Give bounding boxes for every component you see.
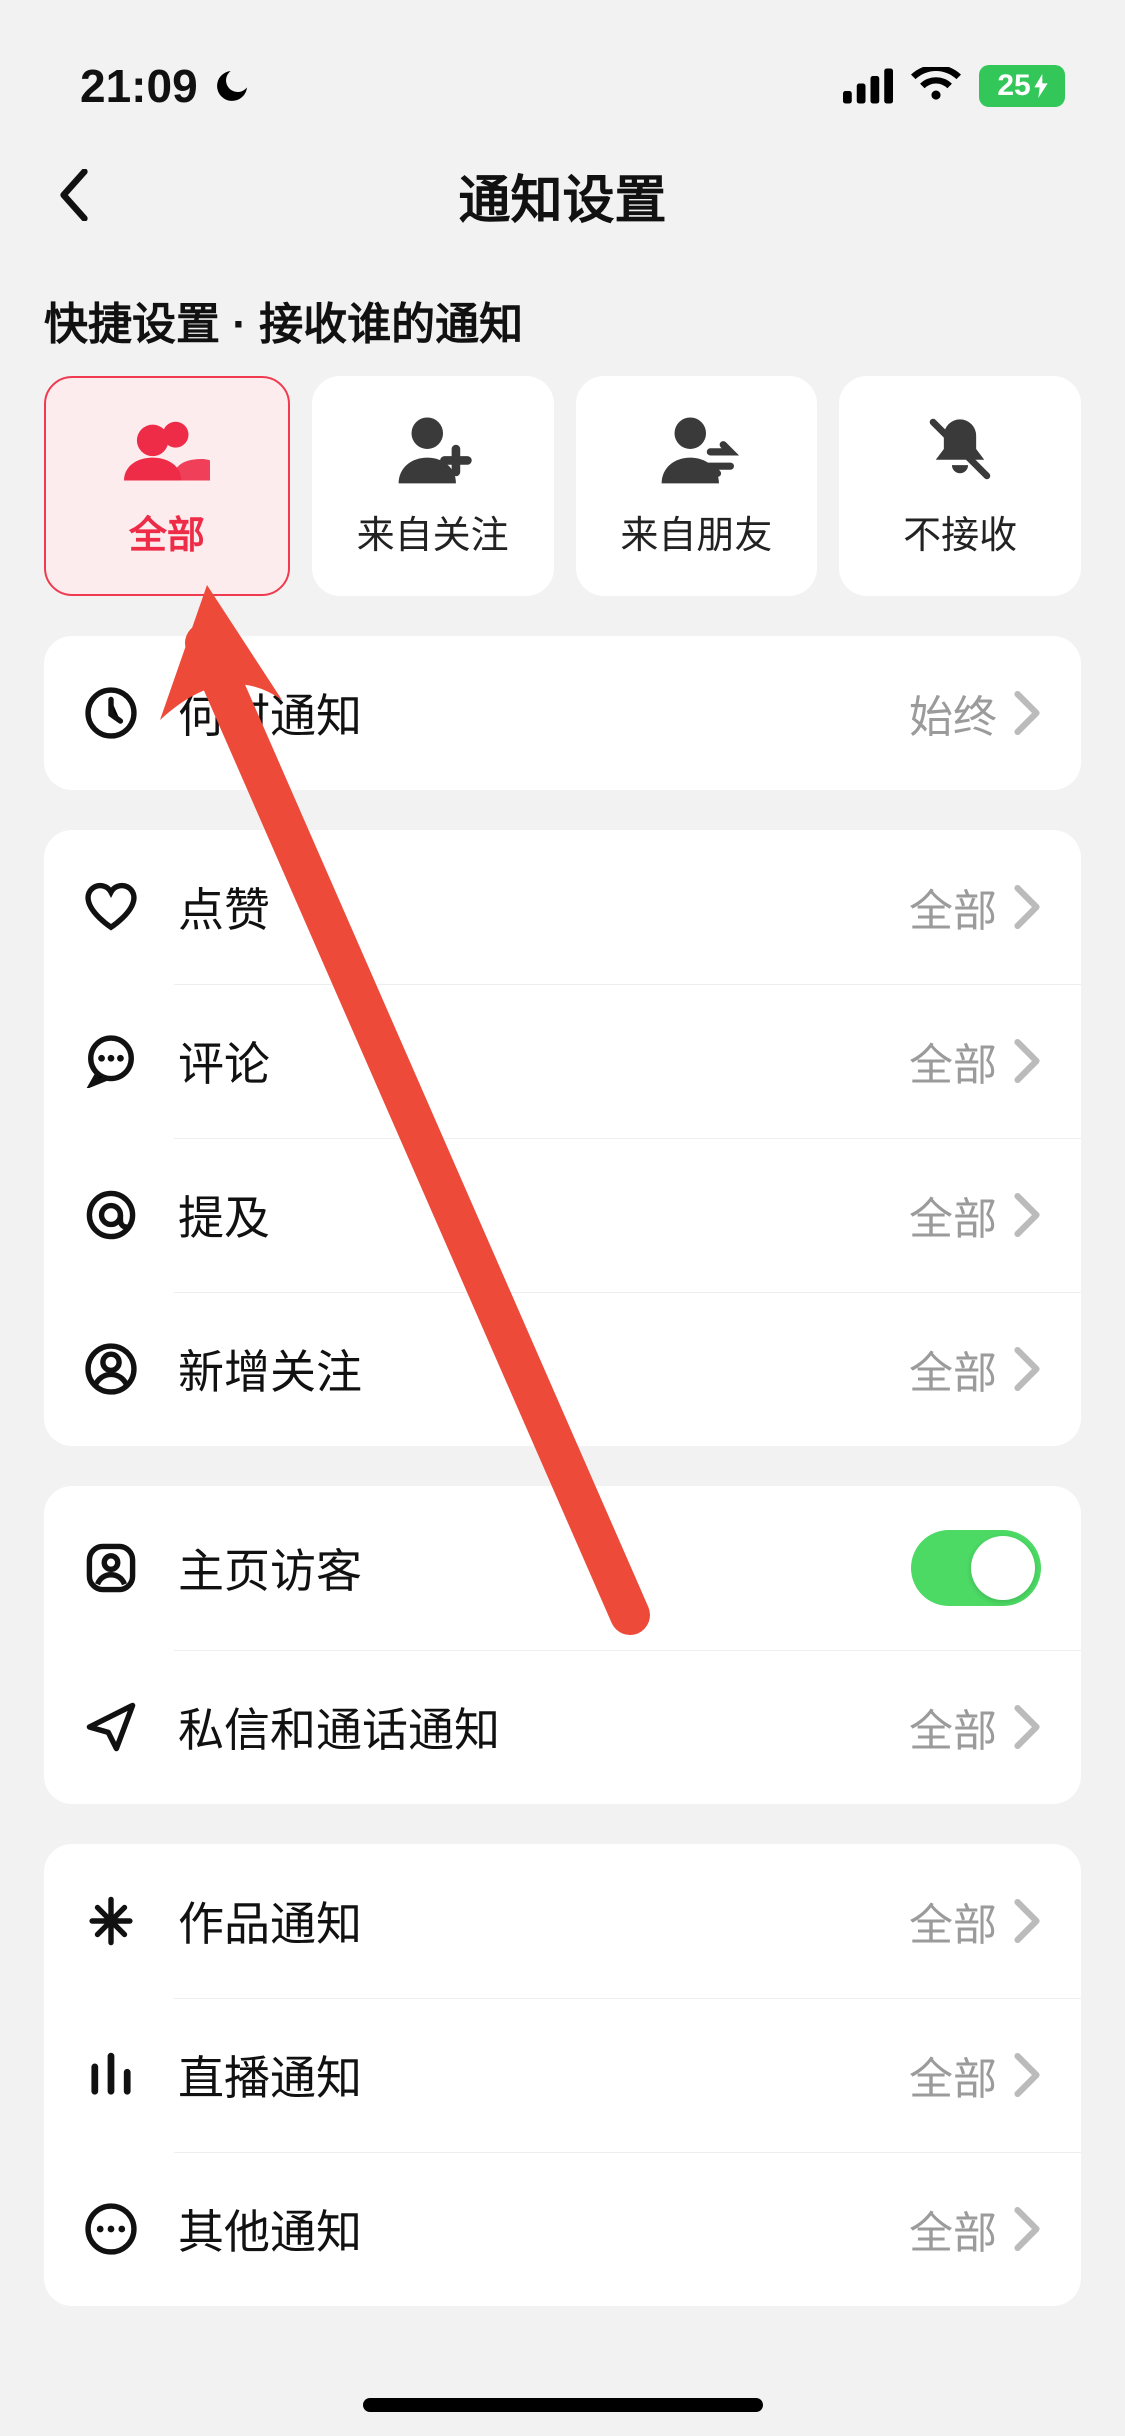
comment-icon	[84, 1034, 138, 1088]
tile-label: 不接收	[903, 504, 1017, 559]
chevron-right-icon	[1013, 1039, 1041, 1083]
sparkle-icon	[84, 1894, 138, 1948]
user-circle-icon	[84, 1342, 138, 1396]
status-left: 21:09	[80, 59, 252, 113]
row-comment[interactable]: 评论 全部	[44, 984, 1081, 1138]
at-icon	[84, 1188, 138, 1242]
wifi-icon	[911, 67, 961, 105]
person-swap-icon	[653, 414, 739, 484]
battery-badge: 25	[979, 65, 1065, 107]
row-mention[interactable]: 提及 全部	[44, 1138, 1081, 1292]
row-works[interactable]: 作品通知 全部	[44, 1844, 1081, 1998]
row-live[interactable]: 直播通知 全部	[44, 1998, 1081, 2152]
row-value: 全部	[909, 1337, 997, 1401]
more-circle-icon	[84, 2202, 138, 2256]
row-value: 全部	[909, 1183, 997, 1247]
tile-following[interactable]: 来自关注	[312, 376, 554, 596]
tile-all[interactable]: 全部	[44, 376, 290, 596]
chevron-right-icon	[1013, 1705, 1041, 1749]
status-time: 21:09	[80, 59, 198, 113]
status-bar: 21:09 25	[0, 0, 1125, 130]
row-value: 全部	[909, 1889, 997, 1953]
chevron-right-icon	[1013, 1347, 1041, 1391]
group-when: 何时通知 始终	[44, 636, 1081, 790]
status-right: 25	[843, 65, 1065, 107]
row-value: 全部	[909, 1695, 997, 1759]
chevron-right-icon	[1013, 1899, 1041, 1943]
page-title: 通知设置	[458, 158, 666, 233]
row-when-notify[interactable]: 何时通知 始终	[44, 636, 1081, 790]
row-value: 全部	[909, 1029, 997, 1093]
group-interactions: 点赞 全部 评论 全部 提及 全部 新增关注 全部	[44, 830, 1081, 1446]
group-content: 作品通知 全部 直播通知 全部 其他通知 全部	[44, 1844, 1081, 2306]
row-value: 全部	[909, 2197, 997, 2261]
chevron-right-icon	[1013, 885, 1041, 929]
heart-icon	[84, 880, 138, 934]
send-icon	[84, 1700, 138, 1754]
group-visitors-dm: 主页访客 私信和通话通知 全部	[44, 1486, 1081, 1804]
chevron-right-icon	[1013, 1193, 1041, 1237]
row-dm-calls[interactable]: 私信和通话通知 全部	[44, 1650, 1081, 1804]
header: 通知设置	[0, 130, 1125, 260]
people-icon	[124, 414, 210, 484]
row-label: 提及	[178, 1182, 909, 1248]
back-button[interactable]	[44, 165, 104, 225]
row-label: 直播通知	[178, 2042, 909, 2108]
row-home-visitors[interactable]: 主页访客	[44, 1486, 1081, 1650]
quick-settings-tiles: 全部 来自关注 来自朋友 不接收	[0, 376, 1125, 596]
moon-icon	[212, 66, 252, 106]
chevron-left-icon	[58, 169, 90, 221]
tile-label: 来自关注	[357, 504, 509, 559]
chevron-right-icon	[1013, 2207, 1041, 2251]
row-new-follower[interactable]: 新增关注 全部	[44, 1292, 1081, 1446]
row-value: 全部	[909, 2043, 997, 2107]
chevron-right-icon	[1013, 2053, 1041, 2097]
tile-label: 全部	[129, 504, 205, 559]
row-label: 私信和通话通知	[178, 1694, 909, 1760]
cellular-signal-icon	[843, 67, 893, 105]
tile-label: 来自朋友	[620, 504, 772, 559]
row-like[interactable]: 点赞 全部	[44, 830, 1081, 984]
tile-none[interactable]: 不接收	[839, 376, 1081, 596]
bars-icon	[84, 2048, 138, 2102]
toggle-home-visitors[interactable]	[911, 1530, 1041, 1606]
chevron-right-icon	[1013, 691, 1041, 735]
clock-icon	[84, 686, 138, 740]
person-plus-icon	[390, 414, 476, 484]
row-other[interactable]: 其他通知 全部	[44, 2152, 1081, 2306]
tile-friends[interactable]: 来自朋友	[576, 376, 818, 596]
row-value: 全部	[909, 875, 997, 939]
bolt-icon	[1033, 74, 1049, 98]
row-label: 主页访客	[178, 1535, 911, 1601]
home-indicator	[363, 2398, 763, 2412]
row-label: 评论	[178, 1028, 909, 1094]
row-label: 新增关注	[178, 1336, 909, 1402]
row-label: 点赞	[178, 874, 909, 940]
row-label: 何时通知	[178, 680, 909, 746]
visitor-icon	[84, 1541, 138, 1595]
row-label: 其他通知	[178, 2196, 909, 2262]
row-value: 始终	[909, 681, 997, 745]
row-label: 作品通知	[178, 1888, 909, 1954]
bell-off-icon	[917, 414, 1003, 484]
battery-percent: 25	[997, 69, 1030, 103]
quick-settings-title: 快捷设置 · 接收谁的通知	[0, 260, 1125, 376]
